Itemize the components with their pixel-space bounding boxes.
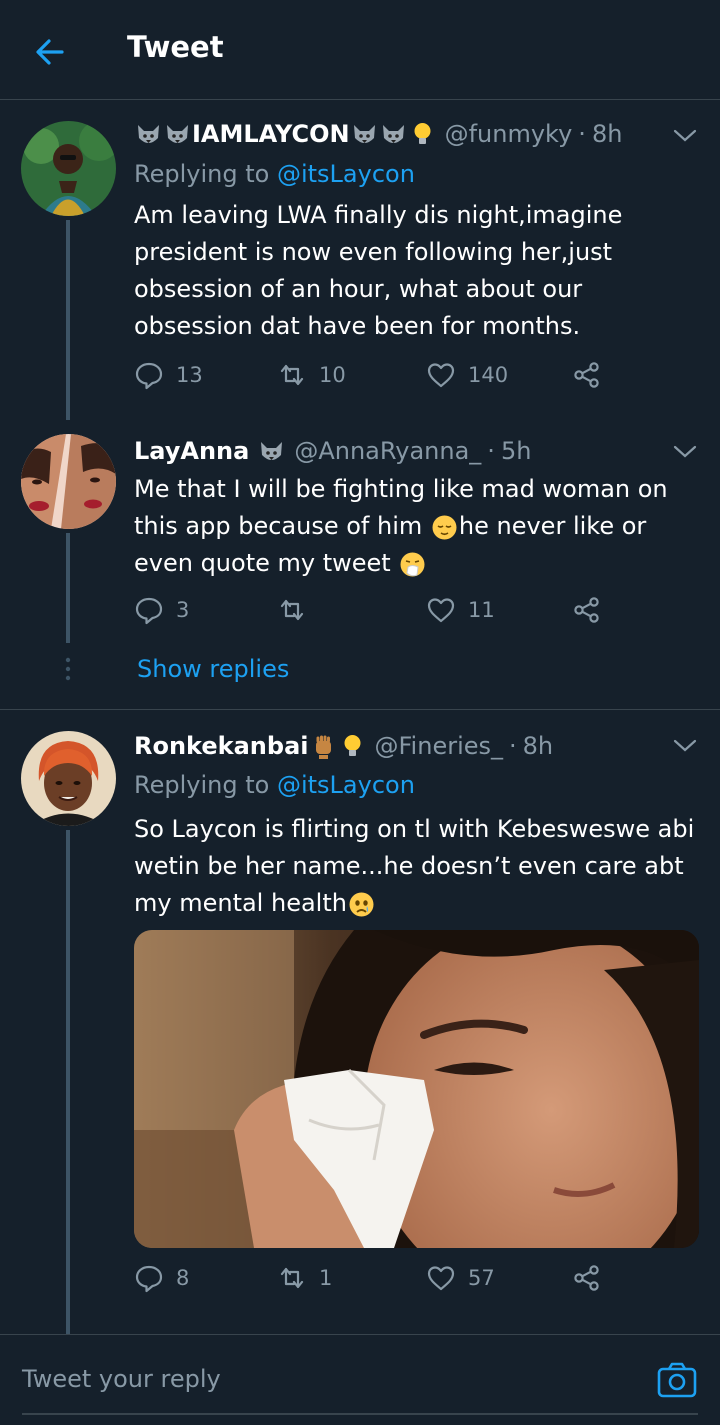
page-title: Tweet	[127, 30, 224, 64]
lightbulb-emoji-icon	[344, 734, 360, 756]
tweet-text: So Laycon is flirting on tl with Kebeswe…	[134, 815, 695, 917]
retweet-button[interactable]: 10	[277, 360, 346, 390]
share-icon	[574, 1265, 599, 1291]
like-count: 140	[468, 363, 509, 387]
action-bar: 13 10 140	[134, 360, 614, 400]
tweet-text: Am leaving LWA finally dis night,imagine…	[134, 201, 623, 340]
share-icon	[574, 362, 599, 388]
tweet-1[interactable]: IAMLAYCON @funmyky · 8h Replying to @its…	[0, 100, 720, 420]
reply-icon	[135, 362, 163, 390]
share-button[interactable]	[572, 360, 602, 390]
wolf-emoji-icon	[167, 124, 188, 143]
wolf-emoji-icon	[138, 124, 159, 143]
replying-to: Replying to @itsLaycon	[134, 771, 415, 799]
input-underline	[22, 1413, 698, 1415]
avatar[interactable]	[21, 731, 116, 826]
tweet-2[interactable]: LayAnna @AnnaRyanna_ · 5h Me that I will…	[0, 420, 720, 710]
separator-dot: ·	[487, 437, 495, 465]
avatar[interactable]	[21, 121, 116, 216]
camera-icon[interactable]	[656, 1359, 698, 1401]
author-name[interactable]: IAMLAYCON	[192, 120, 350, 148]
author-row: IAMLAYCON @funmyky · 8h	[134, 120, 622, 148]
retweet-count: 1	[319, 1266, 333, 1290]
reply-input[interactable]: Tweet your reply	[22, 1365, 221, 1393]
action-bar: 3 11	[134, 595, 614, 635]
share-icon	[574, 597, 599, 623]
reply-button[interactable]: 13	[134, 360, 203, 390]
timestamp[interactable]: 5h	[501, 437, 531, 465]
retweet-button[interactable]	[277, 595, 319, 625]
raised-fist-emoji-icon	[315, 735, 331, 759]
chevron-down-icon[interactable]	[671, 736, 699, 756]
retweet-icon	[280, 1267, 304, 1289]
tweet-text: Me that I will be fighting like mad woma…	[134, 475, 668, 577]
reply-count: 3	[176, 598, 190, 622]
retweet-count: 10	[319, 363, 346, 387]
reply-button[interactable]: 3	[134, 595, 189, 625]
crying-face-emoji-icon	[349, 892, 374, 916]
retweet-button[interactable]: 1	[277, 1263, 332, 1293]
reply-count: 13	[176, 363, 203, 387]
show-replies-link[interactable]: Show replies	[137, 655, 289, 683]
retweet-icon	[280, 599, 304, 621]
author-name[interactable]: LayAnna	[134, 437, 249, 465]
wolf-emoji-icon	[261, 441, 283, 460]
mention-link[interactable]: @itsLaycon	[277, 160, 415, 188]
back-arrow-icon[interactable]	[30, 32, 70, 72]
avatar[interactable]	[21, 434, 116, 529]
like-button[interactable]: 57	[426, 1263, 495, 1293]
top-bar: Tweet	[0, 0, 720, 100]
retweet-icon	[280, 364, 304, 386]
thread-line	[66, 220, 70, 420]
wolf-emoji-icon	[382, 124, 404, 143]
heart-icon	[427, 1266, 455, 1291]
separator-dot: ·	[509, 732, 517, 760]
thread-line	[66, 830, 70, 1334]
chevron-down-icon[interactable]	[671, 126, 699, 146]
reply-button[interactable]: 8	[134, 1263, 189, 1293]
timestamp[interactable]: 8h	[523, 732, 553, 760]
author-row: Ronkekanbai @Fineries_ · 8h	[134, 732, 553, 760]
tweet-image[interactable]	[134, 930, 699, 1248]
reply-composer: Tweet your reply	[0, 1334, 720, 1425]
author-handle[interactable]: @funmyky	[445, 120, 573, 148]
thread-line	[66, 533, 70, 643]
reply-icon	[135, 597, 163, 625]
like-count: 57	[468, 1266, 495, 1290]
heart-icon	[427, 363, 455, 388]
author-handle[interactable]: @Fineries_	[375, 732, 504, 760]
like-button[interactable]: 140	[426, 360, 508, 390]
author-name[interactable]: Ronkekanbai	[134, 732, 309, 760]
lightbulb-emoji-icon	[414, 122, 431, 144]
reply-count: 8	[176, 1266, 190, 1290]
wolf-emoji-icon	[353, 124, 375, 143]
heart-icon	[427, 598, 455, 623]
replying-to: Replying to @itsLaycon	[134, 160, 415, 188]
share-button[interactable]	[572, 1263, 602, 1293]
action-bar: 8 1 57	[134, 1263, 614, 1303]
reply-icon	[135, 1265, 163, 1293]
timestamp[interactable]: 8h	[592, 120, 622, 148]
chevron-down-icon[interactable]	[671, 442, 699, 462]
separator-dot: ·	[578, 120, 586, 148]
relieved-face-emoji-icon	[432, 515, 457, 539]
like-button[interactable]: 11	[426, 595, 495, 625]
author-handle[interactable]: @AnnaRyanna_	[294, 437, 481, 465]
sneezing-face-emoji-icon	[400, 552, 425, 576]
mention-link[interactable]: @itsLaycon	[277, 771, 415, 799]
like-count: 11	[468, 598, 495, 622]
share-button[interactable]	[572, 595, 602, 625]
author-row: LayAnna @AnnaRyanna_ · 5h	[134, 437, 531, 465]
more-replies-dots-icon	[65, 657, 71, 681]
